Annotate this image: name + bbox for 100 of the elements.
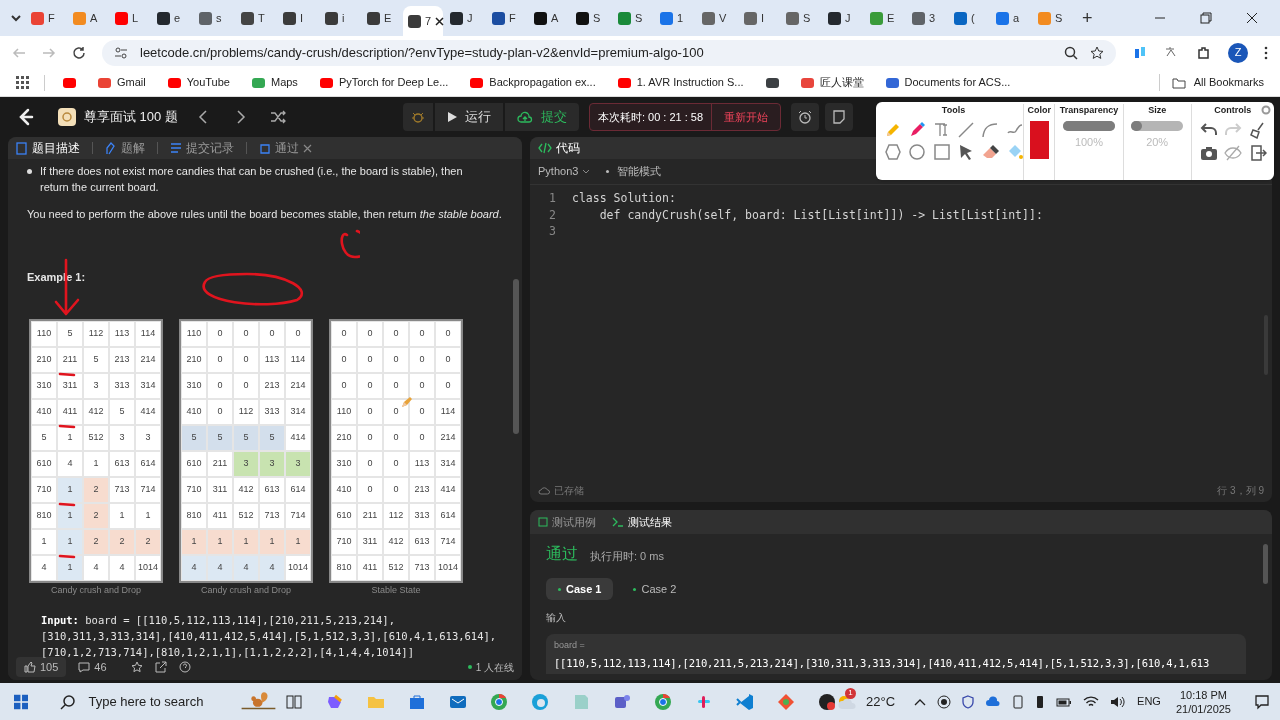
- panel-tab[interactable]: 测试结果: [612, 513, 672, 531]
- shuffle-icon[interactable]: [269, 110, 286, 124]
- phone-link-icon[interactable]: [1012, 694, 1025, 709]
- circle-tool-icon[interactable]: [908, 142, 927, 161]
- panel-tab[interactable]: 题解: [105, 139, 145, 157]
- new-tab-button[interactable]: +: [1082, 4, 1093, 32]
- exit-icon[interactable]: [1249, 143, 1268, 162]
- settings-icon[interactable]: [1261, 105, 1271, 115]
- task-view-icon[interactable]: [285, 692, 304, 711]
- star-icon[interactable]: [130, 661, 143, 673]
- browser-tab[interactable]: 3: [906, 4, 947, 32]
- previous-icon[interactable]: [197, 110, 208, 124]
- reload-icon[interactable]: [72, 45, 86, 60]
- color-swatch[interactable]: [1029, 120, 1049, 159]
- case-tab[interactable]: Case 2: [621, 578, 689, 600]
- battery-icon[interactable]: [1056, 696, 1073, 707]
- line-tool-icon[interactable]: [957, 120, 975, 139]
- browser-tab[interactable]: J: [444, 4, 485, 32]
- bookmark-item[interactable]: Backpropagation ex...: [466, 74, 600, 91]
- clock[interactable]: 10:18 PM 21/01/2025: [1175, 687, 1231, 716]
- browser-tab[interactable]: V: [696, 4, 737, 32]
- browser-icon[interactable]: [654, 692, 673, 711]
- scrollbar-thumb[interactable]: [1263, 544, 1268, 584]
- close-icon[interactable]: [435, 16, 445, 26]
- record-icon[interactable]: [937, 694, 952, 709]
- copilot-icon[interactable]: [326, 692, 345, 711]
- browser-tab[interactable]: a: [990, 4, 1031, 32]
- browser-tab[interactable]: F: [25, 4, 66, 32]
- help-icon[interactable]: [178, 661, 191, 673]
- bookmark-item[interactable]: YouTube: [163, 74, 234, 91]
- smart-mode-toggle[interactable]: 智能模式: [606, 163, 662, 180]
- browser-tab[interactable]: 7: [403, 6, 443, 36]
- profile-avatar[interactable]: Z: [1228, 42, 1248, 63]
- browser-tab[interactable]: I: [738, 4, 779, 32]
- panel-tab[interactable]: 通过: [259, 139, 312, 157]
- browser-tab[interactable]: S: [1032, 4, 1073, 32]
- polygon-tool-icon[interactable]: [884, 142, 902, 161]
- extension-icon[interactable]: [1132, 44, 1148, 61]
- notifications-icon[interactable]: [1254, 693, 1270, 710]
- diamond-app-icon[interactable]: [777, 692, 796, 711]
- usb-icon[interactable]: [1035, 694, 1046, 709]
- browser-tab[interactable]: L: [109, 4, 150, 32]
- browser-tab[interactable]: T: [235, 4, 276, 32]
- language-dropdown[interactable]: Python3: [538, 163, 591, 180]
- browser-tab[interactable]: (: [948, 4, 989, 32]
- recorder-icon[interactable]: [818, 692, 837, 711]
- bookmark-item[interactable]: PyTorch for Deep Le...: [315, 74, 453, 91]
- bookmark-star-icon[interactable]: [1090, 45, 1104, 60]
- run-button[interactable]: 运行: [434, 103, 503, 131]
- browser-tab[interactable]: E: [361, 4, 402, 32]
- cloud-icon[interactable]: [985, 695, 1002, 708]
- browser-tab[interactable]: 1: [654, 4, 695, 32]
- bookmark-item[interactable]: 1. AVR Instruction S...: [613, 74, 748, 91]
- browser-tab[interactable]: s: [193, 4, 234, 32]
- next-icon[interactable]: [235, 110, 246, 124]
- case-tab[interactable]: Case 1: [546, 578, 614, 600]
- volume-icon[interactable]: [1110, 695, 1127, 708]
- panel-tab[interactable]: 测试用例: [538, 513, 596, 531]
- bookmark-item[interactable]: Maps: [247, 74, 302, 91]
- browser-tab[interactable]: J: [822, 4, 863, 32]
- close-icon[interactable]: [1246, 12, 1258, 24]
- study-plan-button[interactable]: 尊享面试 100 题: [58, 107, 178, 127]
- taskbar-search-field[interactable]: Type here to search: [48, 685, 239, 718]
- wifi-icon[interactable]: [1083, 695, 1100, 708]
- browser-tab[interactable]: e: [151, 4, 192, 32]
- language-indicator[interactable]: ENG: [1137, 693, 1161, 710]
- windows-start-icon[interactable]: [14, 692, 29, 711]
- panel-tab[interactable]: 提交记录: [170, 139, 234, 157]
- scrollbar-thumb[interactable]: [513, 279, 519, 434]
- teams-icon[interactable]: [613, 692, 632, 711]
- shield-icon[interactable]: [962, 694, 975, 709]
- browser-tab[interactable]: A: [528, 4, 569, 32]
- apps-grid-icon[interactable]: [16, 75, 30, 90]
- debug-button[interactable]: [402, 103, 433, 131]
- alarm-button[interactable]: [791, 103, 820, 131]
- puzzle-icon[interactable]: [1196, 44, 1212, 61]
- share-icon[interactable]: [154, 661, 167, 673]
- bookmark-item[interactable]: 匠人课堂: [796, 74, 868, 91]
- browser-tab[interactable]: i: [319, 4, 360, 32]
- submit-button[interactable]: 提交: [504, 103, 579, 131]
- store-icon[interactable]: [408, 692, 427, 711]
- restore-icon[interactable]: [1200, 12, 1212, 24]
- menu-icon[interactable]: [1264, 45, 1268, 60]
- browser-tab[interactable]: F: [486, 4, 527, 32]
- browser-tab[interactable]: S: [612, 4, 653, 32]
- marker-icon[interactable]: [908, 120, 927, 139]
- comments-button[interactable]: 46: [78, 658, 107, 676]
- bookmark-item[interactable]: Documents for ACS...: [881, 74, 1015, 91]
- browser-tab[interactable]: I: [277, 4, 318, 32]
- browser-tab[interactable]: E: [864, 4, 905, 32]
- browser-icon[interactable]: [490, 692, 509, 711]
- code-editor-icon[interactable]: [736, 692, 755, 711]
- chevron-up-icon[interactable]: [914, 697, 927, 706]
- note-button[interactable]: [825, 103, 854, 131]
- browser-tab[interactable]: A: [67, 4, 108, 32]
- address-bar[interactable]: leetcode.cn/problems/candy-crush/description/?envType=study-plan-v2&envId=premium-algo-100: [102, 39, 1116, 66]
- zoom-icon[interactable]: [1064, 45, 1078, 60]
- browser-tab[interactable]: S: [570, 4, 611, 32]
- all-bookmarks-button[interactable]: All Bookmarks: [1158, 74, 1264, 91]
- bookmark-item[interactable]: Gmail: [94, 74, 150, 91]
